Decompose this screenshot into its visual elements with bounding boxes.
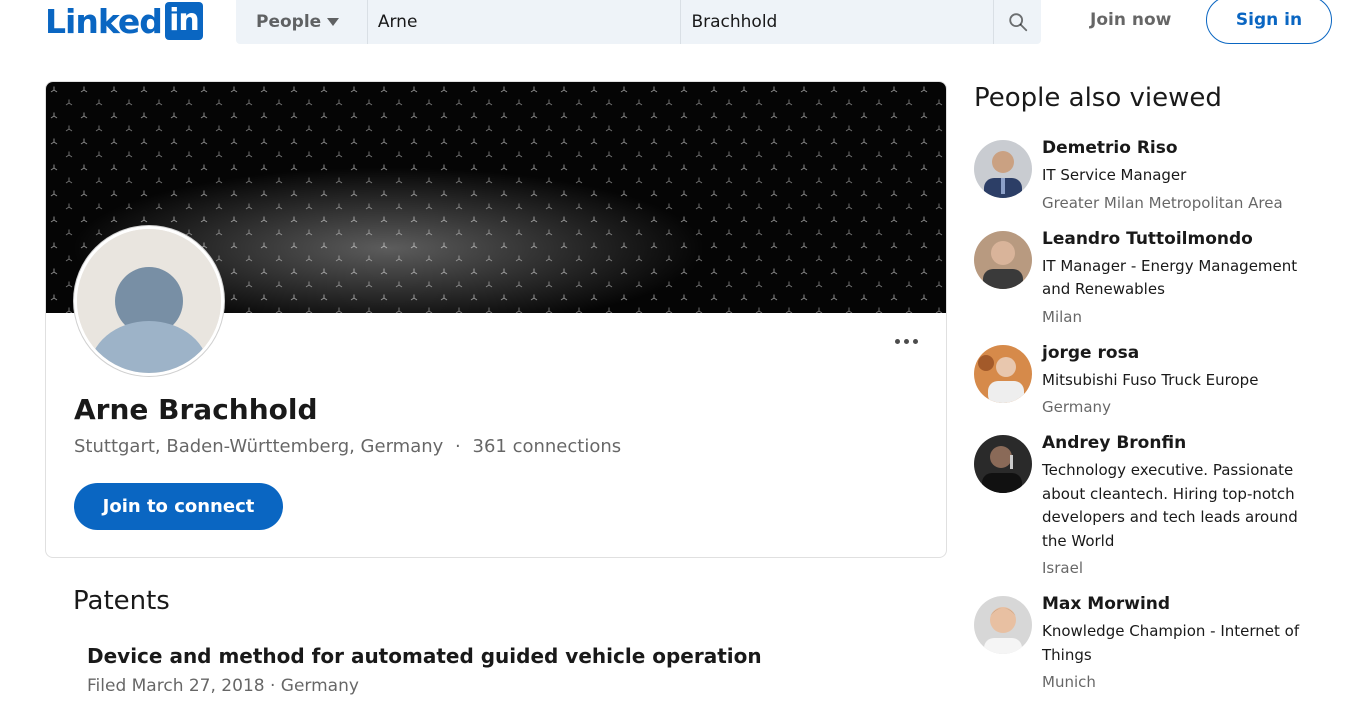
person-avatar xyxy=(974,230,1032,289)
search-type-label: People xyxy=(256,12,322,32)
person-card[interactable]: Max Morwind Knowledge Champion - Interne… xyxy=(974,593,1334,693)
patents-heading: Patents xyxy=(73,586,170,616)
more-actions-button[interactable] xyxy=(884,326,928,356)
rail-heading: People also viewed xyxy=(974,83,1222,113)
person-text: Leandro Tuttoilmondo IT Manager - Energy… xyxy=(1042,228,1322,328)
person-avatar xyxy=(974,596,1032,654)
person-headline: Knowledge Champion - Internet of Things xyxy=(1042,622,1300,664)
person-photo-icon xyxy=(974,140,1032,198)
person-headline: Technology executive. Passionate about c… xyxy=(1042,461,1298,550)
join-now-link[interactable]: Join now xyxy=(1090,0,1171,40)
profile-avatar xyxy=(74,226,224,376)
person-name: Max Morwind xyxy=(1042,594,1171,614)
more-icon-dot xyxy=(903,338,909,344)
patent-title[interactable]: Device and method for automated guided v… xyxy=(87,644,762,668)
person-location: Munich xyxy=(1042,673,1096,691)
person-card[interactable]: jorge rosa Mitsubishi Fuso Truck Europe … xyxy=(974,342,1334,419)
people-also-viewed: People also viewed Demetrio Riso IT Serv… xyxy=(974,80,1334,693)
search-bar: People xyxy=(236,0,1041,44)
logo-wordmark: Linked xyxy=(45,1,163,41)
person-name: jorge rosa xyxy=(1042,342,1140,363)
person-card[interactable]: Andrey Bronfin Technology executive. Pas… xyxy=(974,432,1334,579)
default-avatar-icon xyxy=(77,229,221,373)
person-text: jorge rosa Mitsubishi Fuso Truck Europe … xyxy=(1042,342,1322,419)
person-card[interactable]: Demetrio Riso IT Service Manager Greater… xyxy=(974,137,1334,214)
more-icon-dot xyxy=(912,338,918,344)
person-text: Max Morwind Knowledge Champion - Interne… xyxy=(1042,593,1322,693)
last-name-input[interactable] xyxy=(680,0,994,44)
person-headline: IT Manager - Energy Management and Renew… xyxy=(1042,256,1298,299)
search-icon xyxy=(1008,13,1027,32)
profile-connections: 361 connections xyxy=(472,436,622,457)
person-avatar xyxy=(974,435,1032,493)
search-type-dropdown[interactable]: People xyxy=(236,0,367,44)
person-location: Germany xyxy=(1042,398,1111,416)
profile-subline: Stuttgart, Baden-Württemberg, Germany · … xyxy=(74,436,621,457)
patent-meta: Filed March 27, 2018 · Germany xyxy=(87,676,359,696)
person-photo-icon xyxy=(974,596,1032,654)
caret-down-icon xyxy=(327,18,340,26)
profile-name: Arne Brachhold xyxy=(74,393,318,426)
person-location: Israel xyxy=(1042,559,1083,577)
person-card[interactable]: Leandro Tuttoilmondo IT Manager - Energy… xyxy=(974,228,1334,328)
person-location: Milan xyxy=(1042,307,1082,326)
linkedin-logo[interactable]: Linked in xyxy=(45,0,203,42)
separator: · xyxy=(455,436,461,457)
sign-in-button[interactable]: Sign in xyxy=(1206,0,1332,44)
person-location: Greater Milan Metropolitan Area xyxy=(1042,193,1283,212)
search-button[interactable] xyxy=(993,0,1041,44)
person-avatar xyxy=(974,140,1032,198)
join-to-connect-button[interactable]: Join to connect xyxy=(74,483,283,530)
person-photo-icon xyxy=(974,435,1032,493)
person-photo-icon xyxy=(974,230,1032,289)
person-headline: Mitsubishi Fuso Truck Europe xyxy=(1042,370,1259,389)
person-photo-icon xyxy=(974,344,1032,403)
top-nav: Linked in People Join now Sign in xyxy=(0,0,1366,46)
profile-location: Stuttgart, Baden-Württemberg, Germany xyxy=(74,436,444,457)
profile-card: Arne Brachhold Stuttgart, Baden-Württemb… xyxy=(45,81,947,558)
person-name: Demetrio Riso xyxy=(1042,138,1178,158)
person-name: Leandro Tuttoilmondo xyxy=(1042,228,1253,249)
logo-in-box: in xyxy=(164,2,203,40)
person-text: Andrey Bronfin Technology executive. Pas… xyxy=(1042,432,1322,579)
person-headline: IT Service Manager xyxy=(1042,166,1187,184)
person-name: Andrey Bronfin xyxy=(1042,433,1187,453)
person-avatar xyxy=(974,344,1032,403)
person-text: Demetrio Riso IT Service Manager Greater… xyxy=(1042,137,1322,214)
more-icon xyxy=(894,338,900,344)
first-name-input[interactable] xyxy=(366,0,681,44)
